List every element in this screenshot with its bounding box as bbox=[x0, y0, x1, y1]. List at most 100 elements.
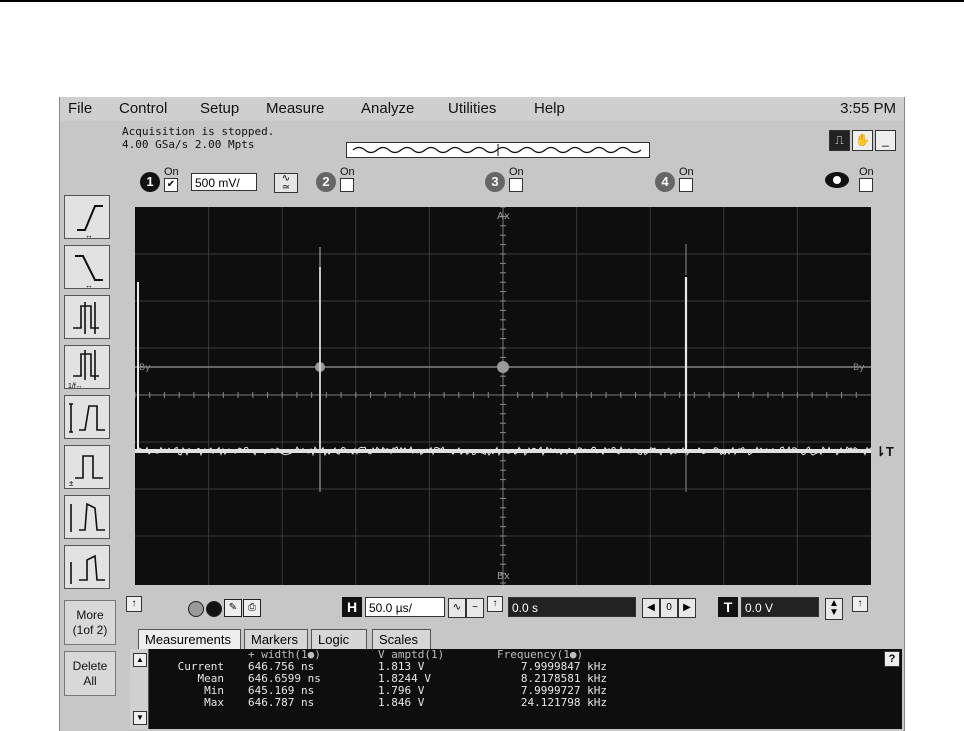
channel-4-checkbox[interactable] bbox=[679, 178, 693, 192]
max-vamptd: 1.846 V bbox=[378, 696, 425, 709]
delete-all-button[interactable]: Delete All bbox=[64, 651, 116, 696]
position-center-button[interactable]: 0 bbox=[660, 598, 678, 618]
pulse-width-button[interactable] bbox=[64, 295, 110, 339]
tab-markers[interactable]: Markers bbox=[244, 629, 308, 649]
channel-3-badge[interactable]: 3 bbox=[485, 172, 505, 192]
timebase-coarse-button[interactable]: ~ bbox=[466, 598, 484, 618]
row-label-min: Min bbox=[204, 684, 224, 697]
bottom-controls: ↑ ✎ ⎙ H 50.0 µs/ ∿ ~ ↑ 0.0 s ◀ 0 ▶ T 0.0… bbox=[126, 594, 902, 620]
marker-by-left-label: By bbox=[139, 363, 151, 373]
measurements-scrollbar[interactable]: ▲ ▼ bbox=[130, 649, 149, 729]
help-button[interactable]: ? bbox=[884, 651, 900, 667]
tab-scales[interactable]: Scales bbox=[372, 629, 431, 649]
rise-time-button[interactable] bbox=[64, 395, 110, 439]
more-label: More bbox=[76, 608, 104, 622]
page-top-rule bbox=[0, 0, 964, 2]
trigger-level-marker[interactable]: ⇂T bbox=[875, 444, 894, 460]
menu-file[interactable]: File bbox=[68, 100, 92, 117]
stop-icon[interactable] bbox=[206, 601, 222, 617]
tab-measurements[interactable]: Measurements bbox=[138, 629, 241, 649]
marker-ax-label: Ax bbox=[497, 211, 510, 222]
channel-2-checkbox[interactable] bbox=[340, 178, 354, 192]
minimize-button[interactable]: _ bbox=[875, 130, 896, 151]
amplitude-button[interactable]: ± bbox=[64, 445, 110, 489]
edge-rising-trigger-button[interactable]: ↔ bbox=[64, 195, 110, 240]
svg-text:↔: ↔ bbox=[85, 281, 93, 290]
math-eye-icon[interactable] bbox=[825, 172, 849, 188]
rise-time-icon bbox=[69, 403, 105, 433]
position-right-button[interactable]: ▶ bbox=[678, 598, 696, 618]
menu-measure[interactable]: Measure bbox=[266, 100, 324, 117]
trigger-marker-label: T bbox=[885, 444, 894, 459]
trigger-level-field[interactable]: 0.0 V bbox=[741, 597, 819, 617]
menu-analyze[interactable]: Analyze bbox=[361, 100, 414, 117]
expand-up-right-button[interactable]: ↑ bbox=[852, 596, 868, 612]
scroll-up-button[interactable]: ▲ bbox=[133, 653, 147, 667]
channel-2-badge[interactable]: 2 bbox=[316, 172, 336, 192]
current-frequency: 7.9999847 kHz bbox=[520, 660, 607, 673]
print-icon[interactable]: ⎙ bbox=[243, 599, 261, 617]
tab-logic[interactable]: Logic bbox=[311, 629, 367, 649]
position-left-button[interactable]: ◀ bbox=[642, 598, 660, 618]
channel-3-checkbox[interactable] bbox=[509, 178, 523, 192]
pulse-width-icon bbox=[73, 302, 99, 334]
current-vamptd: 1.813 V bbox=[378, 660, 425, 673]
channel-1-on-label: On bbox=[164, 166, 179, 178]
overview-wave-icon bbox=[352, 144, 642, 156]
marker-bx-label: Bx bbox=[497, 571, 510, 582]
window-buttons: ⎍ ✋ _ bbox=[827, 130, 896, 151]
expand-up-mid-button[interactable]: ↑ bbox=[487, 596, 503, 612]
channel-1-badge[interactable]: 1 bbox=[140, 172, 160, 192]
overshoot-button[interactable] bbox=[64, 495, 110, 539]
channel-1-scale[interactable]: 500 mV/ bbox=[191, 173, 257, 191]
scope-window: File Control Setup Measure Analyze Utili… bbox=[59, 97, 905, 731]
pulse-ratio-button[interactable]: 1/f↔ bbox=[64, 345, 110, 390]
edit-icon[interactable]: ✎ bbox=[224, 599, 242, 617]
max-frequency: 24.121798 kHz bbox=[520, 696, 607, 709]
svg-text:±: ± bbox=[69, 479, 74, 488]
mean-width: 646.6599 ns bbox=[248, 672, 321, 685]
channel-1-coupling-button[interactable]: ∿ ≃ bbox=[274, 173, 298, 193]
menu-setup[interactable]: Setup bbox=[200, 100, 239, 117]
expand-up-left-button[interactable]: ↑ bbox=[126, 596, 142, 612]
timebase-fine-button[interactable]: ∿ bbox=[448, 598, 466, 618]
menu-bar: File Control Setup Measure Analyze Utili… bbox=[60, 97, 904, 121]
preshoot-button[interactable] bbox=[64, 545, 110, 589]
measurements-panel: ▲ ▼ + width(1●) V amptd(1) Frequency(1●)… bbox=[130, 649, 902, 729]
status-line-2: 4.00 GSa/s 2.00 Mpts bbox=[122, 138, 255, 151]
menu-control[interactable]: Control bbox=[119, 100, 167, 117]
waveform-overview[interactable] bbox=[346, 142, 650, 158]
edge-falling-trigger-button[interactable]: ↔ bbox=[64, 245, 110, 290]
status-line-1: Acquisition is stopped. bbox=[122, 125, 275, 138]
falling-edge-icon: ↔ bbox=[75, 255, 103, 290]
row-label-current: Current bbox=[177, 660, 224, 673]
channel-1-checkbox[interactable]: ✔ bbox=[164, 178, 178, 192]
acquisition-status: Acquisition is stopped. 4.00 GSa/s 2.00 … bbox=[122, 125, 274, 151]
pulse-mode-icon[interactable]: ⎍ bbox=[829, 130, 850, 151]
run-icon[interactable] bbox=[188, 601, 204, 617]
trigger-level-spinner[interactable]: ▲ ▼ bbox=[825, 598, 843, 620]
header-frequency: Frequency(1●) bbox=[497, 648, 584, 661]
timebase-field[interactable]: 50.0 µs/ bbox=[365, 597, 445, 617]
menu-utilities[interactable]: Utilities bbox=[448, 100, 496, 117]
scroll-down-button[interactable]: ▼ bbox=[133, 711, 147, 725]
amplitude-icon: ± bbox=[69, 455, 103, 488]
row-label-mean: Mean bbox=[197, 672, 225, 685]
horizontal-position-field[interactable]: 0.0 s bbox=[508, 597, 636, 617]
channel-4-badge[interactable]: 4 bbox=[655, 172, 675, 192]
more-button[interactable]: More (1of 2) bbox=[64, 600, 116, 645]
menu-help[interactable]: Help bbox=[534, 100, 565, 117]
svg-text:↔: ↔ bbox=[85, 231, 93, 240]
max-width: 646.787 ns bbox=[248, 696, 315, 709]
delete-label: Delete bbox=[72, 659, 108, 673]
horizontal-h-icon: H bbox=[342, 597, 362, 617]
mean-frequency: 8.2178581 kHz bbox=[520, 672, 607, 685]
more-sub-label: (1of 2) bbox=[72, 623, 108, 637]
pulse-ratio-icon: 1/f↔ bbox=[68, 350, 99, 390]
min-vamptd: 1.796 V bbox=[378, 684, 425, 697]
delete-sub-label: All bbox=[83, 674, 97, 688]
svg-text:1/f↔: 1/f↔ bbox=[68, 383, 83, 390]
waveform-display[interactable]: Ax Bx By By bbox=[134, 206, 872, 585]
math-checkbox[interactable] bbox=[859, 178, 873, 192]
mouse-mode-icon[interactable]: ✋ bbox=[852, 130, 873, 151]
